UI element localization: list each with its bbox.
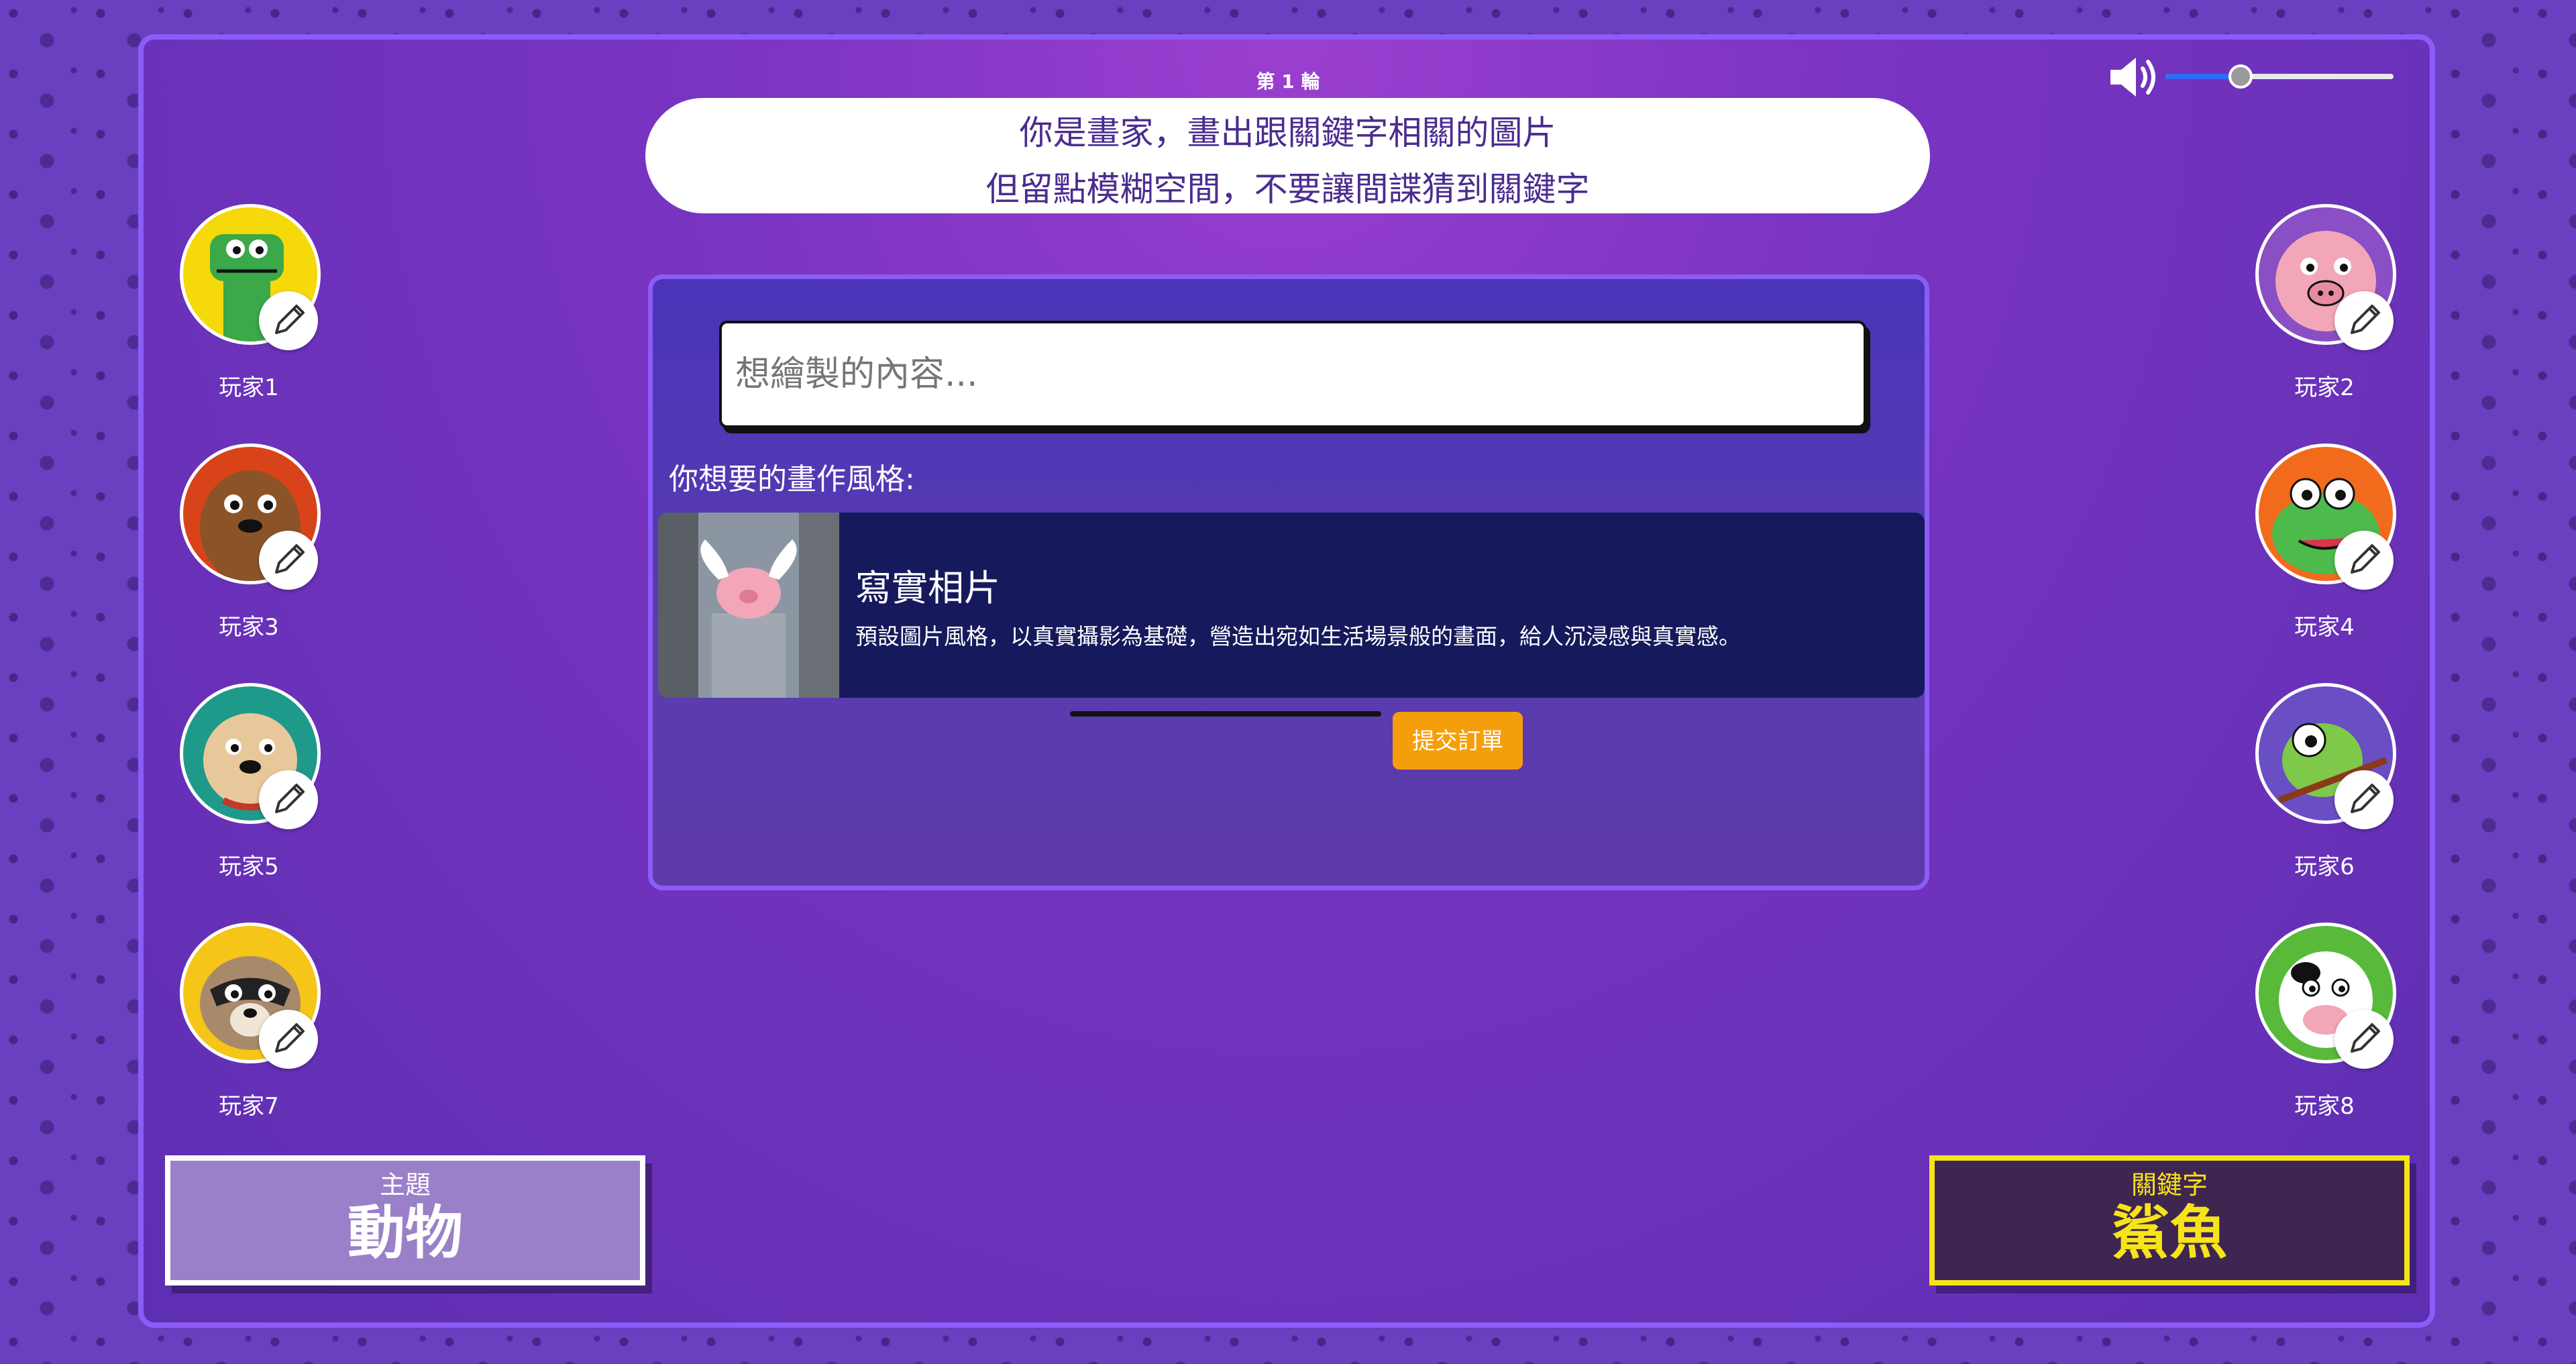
volume-control[interactable] — [2106, 54, 2402, 101]
progress-bar — [1070, 711, 1381, 717]
player-name: 玩家5 — [219, 853, 279, 880]
topic-label: 主題 — [379, 1170, 431, 1200]
player-name: 玩家2 — [2294, 374, 2355, 401]
player-8: 玩家8 — [2220, 923, 2396, 1144]
player-name: 玩家4 — [2294, 614, 2355, 641]
player-7: 玩家7 — [145, 923, 321, 1144]
player-name: 玩家1 — [219, 374, 279, 401]
player-4: 玩家4 — [2220, 443, 2396, 665]
instruction-line-2: 但留點模糊空間，不要讓間諜猜到關鍵字 — [985, 170, 1590, 209]
pencil-icon — [259, 770, 318, 829]
pencil-icon — [259, 291, 318, 350]
flying-pig-photo — [658, 513, 839, 698]
player-name: 玩家6 — [2294, 853, 2355, 880]
style-option-card[interactable]: 寫實相片 預設圖片風格，以真實攝影為基礎，營造出宛如生活場景般的畫面，給人沉浸感… — [658, 513, 1925, 698]
pencil-icon — [2334, 291, 2394, 350]
player-name: 玩家7 — [219, 1093, 279, 1120]
player-2: 玩家2 — [2220, 204, 2396, 425]
volume-knob[interactable] — [2229, 64, 2253, 89]
keyword-label: 關鍵字 — [2131, 1170, 2208, 1200]
player-3: 玩家3 — [145, 443, 321, 665]
prompt-input[interactable] — [719, 321, 1866, 428]
player-name: 玩家3 — [219, 614, 279, 641]
pencil-icon — [259, 1010, 318, 1069]
topic-value: 動物 — [347, 1200, 463, 1267]
style-name: 寫實相片 — [855, 567, 1000, 609]
drawing-panel: 你想要的畫作風格: 寫實相片 預設圖片風格，以真實攝影為基礎，營造出宛如生活場景… — [648, 274, 1929, 890]
keyword-value: 鯊魚 — [2112, 1200, 2227, 1267]
keyword-box: 關鍵字 鯊魚 — [1929, 1155, 2410, 1286]
pencil-icon — [2334, 1010, 2394, 1069]
player-1: 玩家1 — [145, 204, 321, 425]
speaker-icon[interactable] — [2106, 54, 2160, 101]
topic-box: 主題 動物 — [165, 1155, 645, 1286]
style-description: 預設圖片風格，以真實攝影為基礎，營造出宛如生活場景般的畫面，給人沉浸感與真實感。 — [855, 623, 1741, 649]
pencil-icon — [259, 531, 318, 590]
submit-order-button[interactable]: 提交訂單 — [1393, 712, 1523, 770]
player-6: 玩家6 — [2220, 683, 2396, 904]
player-name: 玩家8 — [2294, 1093, 2355, 1120]
volume-slider[interactable] — [2165, 64, 2394, 89]
style-label: 你想要的畫作風格: — [669, 462, 915, 496]
instruction-line-1: 你是畫家，畫出跟關鍵字相關的圖片 — [1019, 113, 1556, 152]
pencil-icon — [2334, 531, 2394, 590]
player-5: 玩家5 — [145, 683, 321, 904]
instruction-banner: 你是畫家，畫出跟關鍵字相關的圖片 但留點模糊空間，不要讓間諜猜到關鍵字 — [645, 98, 1930, 213]
pencil-icon — [2334, 770, 2394, 829]
